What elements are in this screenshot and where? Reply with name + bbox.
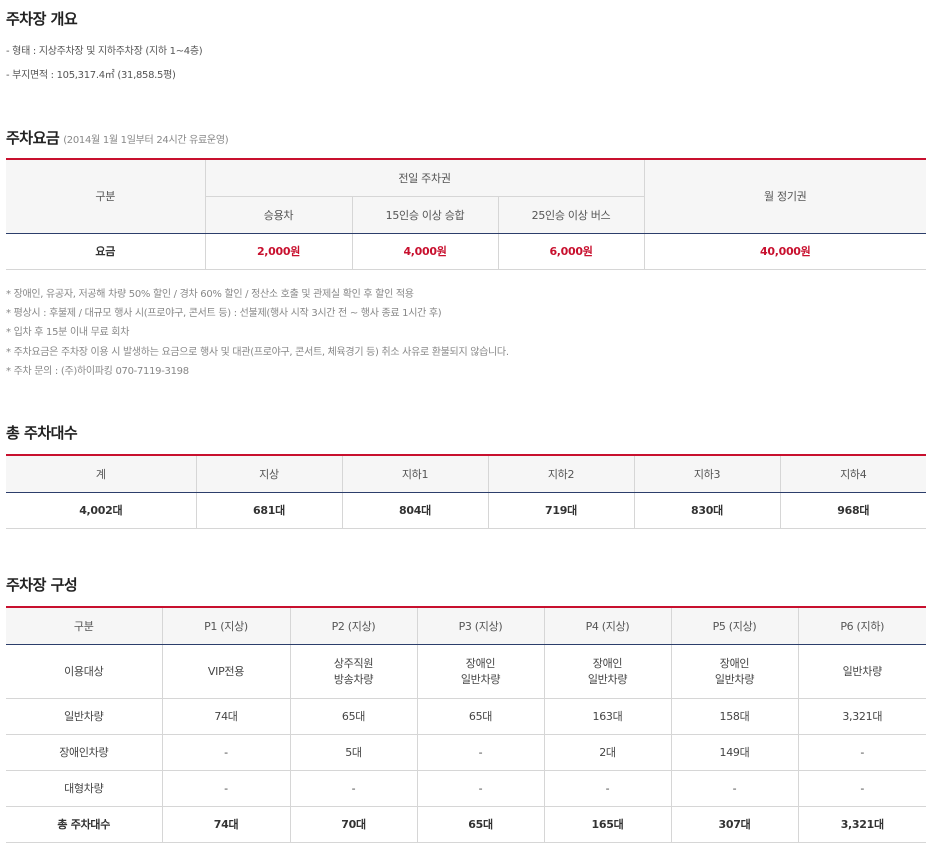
total-b4-value: 968대 xyxy=(837,504,870,517)
config-header-category: 구분 xyxy=(6,607,163,645)
config-cell: 163대 xyxy=(544,698,672,734)
config-title: 주차장 구성 xyxy=(6,576,78,594)
config-cell-line: 상주직원 xyxy=(333,657,374,670)
total-header-b2: 지하2 xyxy=(488,455,635,493)
config-cell-line: 일반차량 xyxy=(587,673,628,686)
config-cell: 74대 xyxy=(162,698,291,734)
overview-area-line: - 부지면적 : 105,317.4㎡ (31,858.5평) xyxy=(6,70,176,81)
config-cell: 장애인일반차량 xyxy=(544,644,672,698)
config-cell-line: 일반차량 xyxy=(714,673,755,686)
total-header-b3: 지하3 xyxy=(634,455,781,493)
config-cell: - xyxy=(544,770,672,806)
fees-header-category: 구분 xyxy=(6,159,206,234)
config-table: 구분 P1 (지상) P2 (지상) P3 (지상) P4 (지상) P5 (지… xyxy=(6,606,926,843)
fees-table: 구분 전일 주차권 월 정기권 승용차 15인승 이상 승합 25인승 이상 버… xyxy=(6,158,926,270)
config-cell-line: 일반차량 xyxy=(460,673,501,686)
fees-note-contact: * 주차 문의 : (주)하이파킹 070-7119-3198 xyxy=(6,366,189,377)
fees-row-label: 요금 xyxy=(6,233,206,269)
fees-subtitle: (2014월 1월 1일부터 24시간 유료운영) xyxy=(63,135,229,146)
config-cell: - xyxy=(162,770,291,806)
config-cell: VIP전용 xyxy=(162,644,291,698)
config-cell: - xyxy=(162,734,291,770)
total-table: 계 지상 지하1 지하2 지하3 지하4 4,002대 681대 804대 71… xyxy=(6,454,926,529)
fees-header-bus25: 25인승 이상 버스 xyxy=(498,196,645,234)
total-b2-value: 719대 xyxy=(488,492,635,528)
fees-header-car: 승용차 xyxy=(205,196,353,234)
config-cell: 65대 xyxy=(417,806,545,842)
total-ground-value: 681대 xyxy=(196,492,343,528)
config-cell: 3,321대 xyxy=(842,710,883,723)
config-cell: 70대 xyxy=(290,806,418,842)
fees-title-text: 주차요금 xyxy=(6,129,60,147)
fees-monthly-price: 40,000원 xyxy=(760,245,811,258)
fees-note-refund: * 주차요금은 주차장 이용 시 발생하는 요금으로 행사 및 대관(프로야구,… xyxy=(6,347,509,358)
total-header-b1: 지하1 xyxy=(342,455,489,493)
config-cell: - xyxy=(290,770,418,806)
config-cell: 5대 xyxy=(290,734,418,770)
config-cell: 일반차량 xyxy=(798,644,926,698)
config-row-target: 이용대상 VIP전용 상주직원방송차량 장애인일반차량 장애인일반차량 장애인일… xyxy=(6,644,926,698)
config-cell-line: 장애인 xyxy=(592,657,623,670)
fees-note-payment: * 평상시 : 후불제 / 대규모 행사 시(프로야구, 콘서트 등) : 선불… xyxy=(6,308,442,319)
fees-row: 요금 2,000원 4,000원 6,000원 40,000원 xyxy=(6,233,926,269)
config-cell: 상주직원방송차량 xyxy=(290,644,418,698)
fees-note-discount: * 장애인, 유공자, 저공해 차량 50% 할인 / 경차 60% 할인 / … xyxy=(6,289,414,300)
overview-title: 주차장 개요 xyxy=(6,10,78,28)
config-row-label: 장애인차량 xyxy=(6,734,163,770)
fees-header-monthly: 월 정기권 xyxy=(644,159,926,234)
config-cell-line: 장애인 xyxy=(465,657,496,670)
config-cell: - xyxy=(671,770,799,806)
config-cell: 65대 xyxy=(417,698,545,734)
fees-header-van15: 15인승 이상 승합 xyxy=(352,196,499,234)
config-cell-line: 일반차량 xyxy=(842,665,883,678)
config-header-p5: P5 (지상) xyxy=(671,607,799,645)
config-cell: 장애인일반차량 xyxy=(671,644,799,698)
config-cell-line: 방송차량 xyxy=(333,673,374,686)
total-header-ground: 지상 xyxy=(196,455,343,493)
total-title: 총 주차대수 xyxy=(6,424,78,442)
config-cell: 158대 xyxy=(671,698,799,734)
config-cell: - xyxy=(860,745,865,759)
fees-bus25-price: 6,000원 xyxy=(498,233,645,269)
config-row-label: 이용대상 xyxy=(6,644,163,698)
config-cell: 장애인일반차량 xyxy=(417,644,545,698)
config-cell: 74대 xyxy=(162,806,291,842)
config-row-label: 대형차량 xyxy=(6,770,163,806)
total-b1-value: 804대 xyxy=(342,492,489,528)
config-row-disabled: 장애인차량 - 5대 - 2대 149대 - xyxy=(6,734,926,770)
fees-van15-price: 4,000원 xyxy=(352,233,499,269)
config-header-p4: P4 (지상) xyxy=(544,607,672,645)
config-cell: - xyxy=(417,734,545,770)
config-row-large: 대형차량 - - - - - - xyxy=(6,770,926,806)
config-header-p1: P1 (지상) xyxy=(162,607,291,645)
config-header-p6: P6 (지하) xyxy=(798,607,926,645)
total-sum-value: 4,002대 xyxy=(6,492,197,528)
total-header-sum: 계 xyxy=(6,455,197,493)
config-row-general: 일반차량 74대 65대 65대 163대 158대 3,321대 xyxy=(6,698,926,734)
config-row-label: 총 주차대수 xyxy=(6,806,163,842)
config-cell: 3,321대 xyxy=(840,818,884,831)
config-cell: 65대 xyxy=(290,698,418,734)
config-header-p3: P3 (지상) xyxy=(417,607,545,645)
config-cell: 149대 xyxy=(671,734,799,770)
total-header-b4: 지하4 xyxy=(780,455,926,493)
total-row: 4,002대 681대 804대 719대 830대 968대 xyxy=(6,492,926,528)
config-cell-line: VIP전용 xyxy=(207,665,245,678)
fees-title: 주차요금 (2014월 1월 1일부터 24시간 유료운영) xyxy=(6,127,229,148)
config-cell: 307대 xyxy=(671,806,799,842)
config-cell: - xyxy=(860,781,865,795)
total-b3-value: 830대 xyxy=(634,492,781,528)
config-row-label: 일반차량 xyxy=(6,698,163,734)
overview-form-line: - 형태 : 지상주차장 및 지하주차장 (지하 1~4층) xyxy=(6,46,203,57)
config-cell-line: 장애인 xyxy=(719,657,750,670)
fees-header-day-pass: 전일 주차권 xyxy=(205,159,645,197)
config-row-total: 총 주차대수 74대 70대 65대 165대 307대 3,321대 xyxy=(6,806,926,842)
fees-note-free-return: * 입차 후 15분 이내 무료 회차 xyxy=(6,327,130,338)
config-cell: 2대 xyxy=(544,734,672,770)
config-cell: - xyxy=(417,770,545,806)
fees-car-price: 2,000원 xyxy=(205,233,353,269)
config-cell: 165대 xyxy=(544,806,672,842)
config-header-p2: P2 (지상) xyxy=(290,607,418,645)
